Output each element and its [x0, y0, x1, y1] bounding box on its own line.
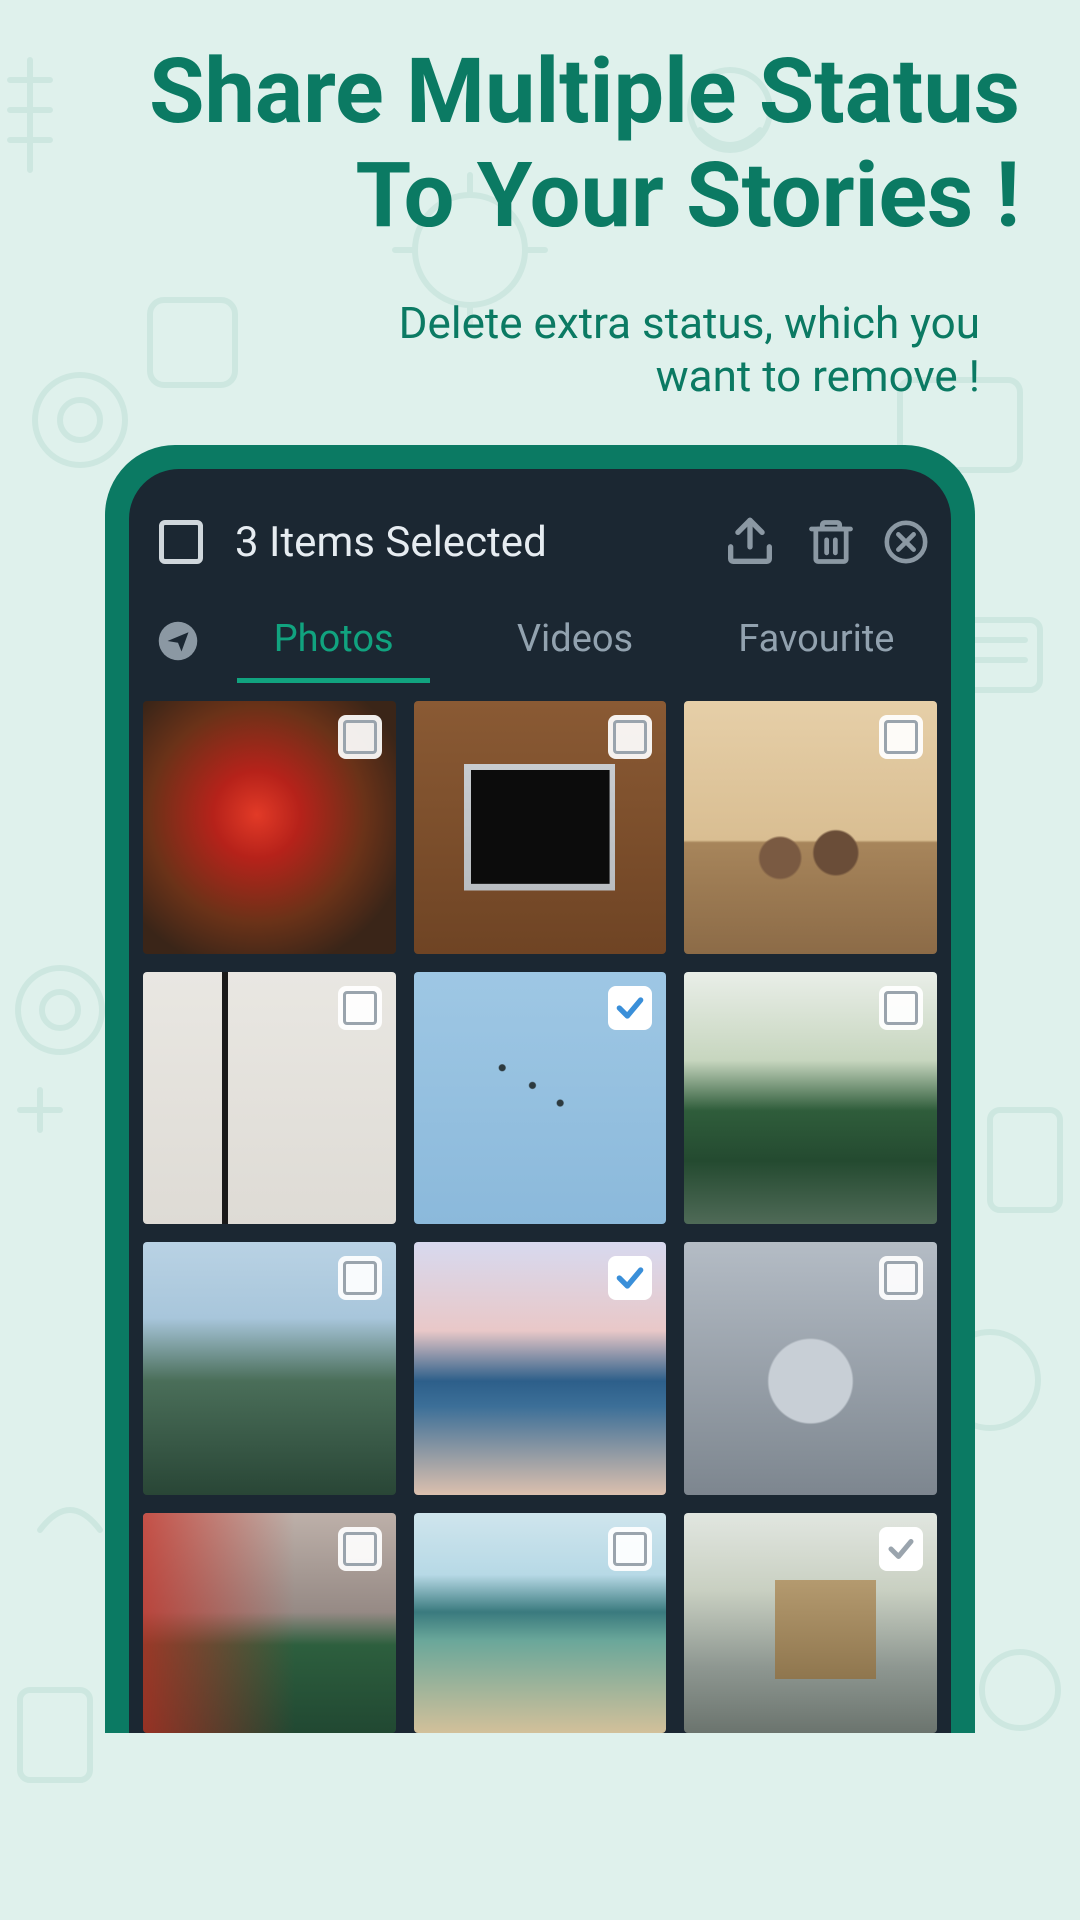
tab-favourite[interactable]: Favourite	[696, 599, 937, 683]
photo-grid	[129, 683, 951, 1733]
share-icon	[721, 513, 779, 571]
selection-count-label: 3 Items Selected	[235, 518, 695, 567]
photo-tile[interactable]	[684, 701, 937, 954]
close-selection-button[interactable]	[883, 519, 929, 565]
photo-tile[interactable]	[414, 1242, 667, 1495]
app-screen: 3 Items Selected	[129, 469, 951, 1733]
selection-appbar: 3 Items Selected	[129, 505, 951, 599]
subhead-line-2: want to remove !	[60, 350, 980, 403]
delete-button[interactable]	[805, 516, 857, 568]
tile-checkbox[interactable]	[608, 1256, 652, 1300]
photo-tile[interactable]	[414, 972, 667, 1225]
tile-checkbox[interactable]	[879, 1256, 923, 1300]
close-circle-icon	[883, 519, 929, 565]
subhead-line-1: Delete extra status, which you	[60, 297, 980, 350]
tile-checkbox[interactable]	[879, 986, 923, 1030]
tile-checkbox[interactable]	[608, 715, 652, 759]
check-icon	[614, 1262, 646, 1294]
photo-tile[interactable]	[684, 972, 937, 1225]
tile-checkbox[interactable]	[608, 986, 652, 1030]
promo-headline: Share Multiple Status To Your Stories !	[0, 0, 1080, 247]
tile-checkbox[interactable]	[879, 1527, 923, 1571]
tile-checkbox[interactable]	[608, 1527, 652, 1571]
phone-frame: 3 Items Selected	[105, 445, 975, 1733]
select-all-checkbox[interactable]	[159, 520, 203, 564]
photo-tile[interactable]	[684, 1242, 937, 1495]
tile-checkbox[interactable]	[338, 715, 382, 759]
send-icon	[157, 620, 199, 662]
photo-tile[interactable]	[684, 1513, 937, 1733]
photo-tile[interactable]	[143, 1513, 396, 1733]
send-tab-button[interactable]	[143, 620, 213, 662]
share-button[interactable]	[721, 513, 779, 571]
tab-photos[interactable]: Photos	[213, 599, 454, 683]
promo-subhead: Delete extra status, which you want to r…	[0, 247, 1080, 403]
tile-checkbox[interactable]	[338, 1256, 382, 1300]
photo-tile[interactable]	[143, 972, 396, 1225]
tab-bar: Photos Videos Favourite	[129, 599, 951, 683]
headline-line-2: To Your Stories !	[60, 144, 1020, 248]
photo-tile[interactable]	[414, 1513, 667, 1733]
tile-checkbox[interactable]	[338, 1527, 382, 1571]
check-icon	[886, 1534, 916, 1564]
tab-videos[interactable]: Videos	[454, 599, 695, 683]
photo-tile[interactable]	[143, 701, 396, 954]
check-icon	[614, 992, 646, 1024]
tile-checkbox[interactable]	[338, 986, 382, 1030]
photo-tile[interactable]	[143, 1242, 396, 1495]
tile-checkbox[interactable]	[879, 715, 923, 759]
trash-icon	[805, 516, 857, 568]
photo-tile[interactable]	[414, 701, 667, 954]
headline-line-1: Share Multiple Status	[60, 40, 1020, 144]
